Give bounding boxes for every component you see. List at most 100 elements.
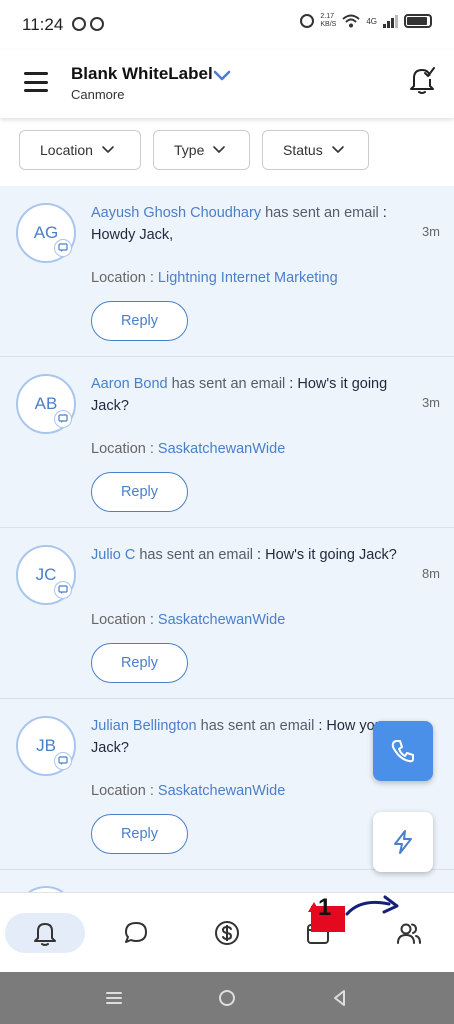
network-speed-unit: KB/S	[320, 21, 337, 28]
quick-actions-button[interactable]	[373, 812, 433, 872]
sender-name[interactable]: Julio C	[91, 547, 135, 563]
messenger-icon	[72, 17, 86, 31]
notification-message: Aaron Bond has sent an email : How's it …	[91, 373, 413, 417]
location-label: Location :	[91, 270, 158, 286]
nav-notifications[interactable]	[5, 913, 85, 953]
bell-icon	[34, 923, 56, 946]
notification-action: has sent an email	[196, 718, 315, 734]
location-link[interactable]: SaskatchewanWide	[158, 441, 285, 457]
alarm-icon	[300, 14, 315, 28]
notification-time: 3m	[421, 395, 440, 410]
notification-location: Location : SaskatchewanWide	[91, 783, 285, 799]
type-filter-button[interactable]: Type	[153, 130, 250, 170]
notification-action: has sent an email	[135, 547, 254, 563]
app-header: Blank WhiteLabel Canmore	[0, 50, 454, 118]
notification-list[interactable]: AG Aayush Ghosh Choudhary has sent an em…	[0, 186, 454, 892]
location-link[interactable]: Lightning Internet Marketing	[158, 270, 338, 286]
account-name[interactable]: Blank WhiteLabel	[71, 64, 213, 84]
filter-bar: Location Type Status	[0, 118, 454, 186]
network-speed-value: 2.17	[320, 13, 334, 20]
chevron-down-icon	[213, 146, 226, 153]
wifi-icon	[342, 14, 360, 28]
sync-icon	[90, 17, 104, 31]
message-separator: :	[314, 718, 327, 734]
contacts-icon	[397, 923, 421, 944]
chat-bubble-icon	[54, 239, 72, 257]
app-screen: 11:24 2.17 KB/S 4G Blank WhiteLabel Canm…	[0, 0, 454, 1024]
status-right: 2.17 KB/S 4G	[300, 13, 432, 29]
annotation-number: 1	[318, 894, 332, 921]
sender-name[interactable]: Aaron Bond	[91, 376, 168, 392]
chevron-down-icon[interactable]	[212, 68, 232, 82]
message-separator: :	[378, 205, 387, 221]
arrow-right-icon	[345, 895, 399, 916]
location-label: Location :	[91, 783, 158, 799]
battery-icon	[404, 14, 432, 28]
bell-check-icon[interactable]	[408, 65, 436, 95]
notification-location: Location : SaskatchewanWide	[91, 612, 285, 628]
sender-name[interactable]: Julian Bellington	[91, 718, 197, 734]
location-label: Location :	[91, 612, 158, 628]
menu-icon[interactable]	[24, 72, 48, 92]
back-triangle-icon	[334, 990, 345, 1006]
chat-bubble-icon	[54, 410, 72, 428]
location-filter-label: Location	[40, 142, 93, 158]
avatar-initials: AG	[33, 223, 59, 242]
message-preview: How's it going Jack?	[265, 547, 397, 563]
system-navigation-bar	[0, 972, 454, 1024]
notification-card[interactable]: AB Aaron Bond has sent an email : How's …	[0, 357, 454, 528]
status-bar: 11:24 2.17 KB/S 4G	[0, 0, 454, 50]
location-label: Location :	[91, 441, 158, 457]
notification-location: Location : Lightning Internet Marketing	[91, 270, 338, 286]
notification-time: 8m	[421, 566, 440, 581]
dollar-icon	[215, 921, 239, 945]
location-link[interactable]: SaskatchewanWide	[158, 783, 285, 799]
reply-button[interactable]: Reply	[91, 472, 188, 512]
home-button[interactable]	[215, 986, 239, 1010]
status-filter-button[interactable]: Status	[262, 130, 369, 170]
notification-message: Aayush Ghosh Choudhary has sent an email…	[91, 202, 413, 246]
back-button[interactable]	[328, 986, 352, 1010]
message-preview: Howdy Jack,	[91, 227, 174, 243]
recent-apps-button[interactable]	[102, 986, 126, 1010]
notification-action: has sent an email	[167, 376, 286, 392]
notification-card[interactable]: JC Julio C has sent an email : How's it …	[0, 528, 454, 699]
chat-bubble-icon	[54, 752, 72, 770]
account-location: Canmore	[71, 87, 125, 102]
location-filter-button[interactable]: Location	[19, 130, 141, 170]
home-circle-icon	[219, 990, 235, 1006]
status-filter-label: Status	[283, 142, 323, 158]
reply-button[interactable]: Reply	[91, 814, 188, 854]
avatar-initials: JB	[36, 736, 56, 755]
menu-lines-icon	[106, 992, 122, 1004]
type-filter-label: Type	[174, 142, 205, 158]
reply-button[interactable]: Reply	[91, 301, 188, 341]
sender-name[interactable]: Aayush Ghosh Choudhary	[91, 205, 261, 221]
network-type: 4G	[366, 16, 377, 26]
avatar-initials: AB	[34, 394, 58, 413]
message-separator: :	[253, 547, 266, 563]
status-notification-icons	[72, 17, 104, 31]
signal-icon	[383, 14, 398, 28]
location-link[interactable]: SaskatchewanWide	[158, 612, 285, 628]
lightning-icon	[394, 830, 412, 854]
chat-icon	[125, 922, 147, 943]
avatar-initials: JC	[35, 565, 57, 584]
notification-location: Location : SaskatchewanWide	[91, 441, 285, 457]
nav-payments[interactable]	[187, 913, 267, 953]
notification-message: Julio C has sent an email : How's it goi…	[91, 544, 413, 566]
notification-time: 3m	[421, 224, 440, 239]
phone-icon	[391, 740, 414, 763]
reply-button[interactable]: Reply	[91, 643, 188, 683]
network-speed: 2.17 KB/S	[320, 13, 336, 29]
chevron-down-icon	[331, 146, 344, 153]
notification-message: Julian Bellington has sent an email : Ho…	[91, 715, 413, 759]
nav-conversations[interactable]	[96, 913, 176, 953]
call-button[interactable]	[373, 721, 433, 781]
message-separator: :	[285, 376, 298, 392]
notification-card[interactable]: AG Aayush Ghosh Choudhary has sent an em…	[0, 186, 454, 357]
status-time: 11:24	[22, 15, 64, 34]
chat-bubble-icon	[54, 581, 72, 599]
chevron-down-icon	[102, 146, 114, 153]
notification-action: has sent an email	[261, 205, 379, 221]
